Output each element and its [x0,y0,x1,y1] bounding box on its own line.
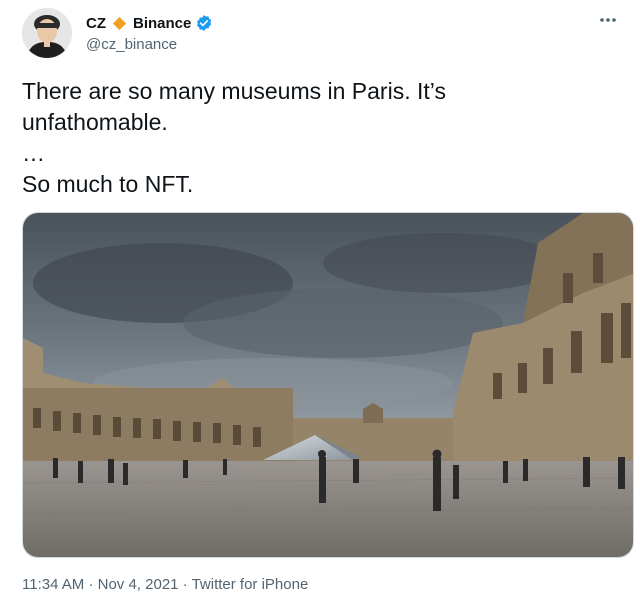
tweet-text: There are so many museums in Paris. It’s… [22,78,446,197]
meta-separator: · [182,576,188,593]
louvre-photo [23,213,633,557]
meta-separator: · [88,576,94,593]
binance-diamond-icon [112,16,127,30]
tweet-time[interactable]: 11:34 AM [22,576,84,593]
author-name-row[interactable]: CZ Binance [86,12,213,34]
author-name-suffix[interactable]: Binance [133,15,191,32]
tweet-photo[interactable] [22,212,634,558]
tweet-metadata: 11:34 AM · Nov 4, 2021 · Twitter for iPh… [22,576,308,593]
author-name-prefix[interactable]: CZ [86,15,106,32]
tweet-header: CZ Binance @cz_binance [22,8,622,64]
tweet-date[interactable]: Nov 4, 2021 [98,576,179,593]
verified-badge-icon [197,15,212,31]
author-avatar[interactable] [22,8,72,58]
more-options-icon[interactable] [594,10,622,30]
author-handle[interactable]: @cz_binance [86,36,177,53]
tweet-source[interactable]: Twitter for iPhone [192,576,309,593]
